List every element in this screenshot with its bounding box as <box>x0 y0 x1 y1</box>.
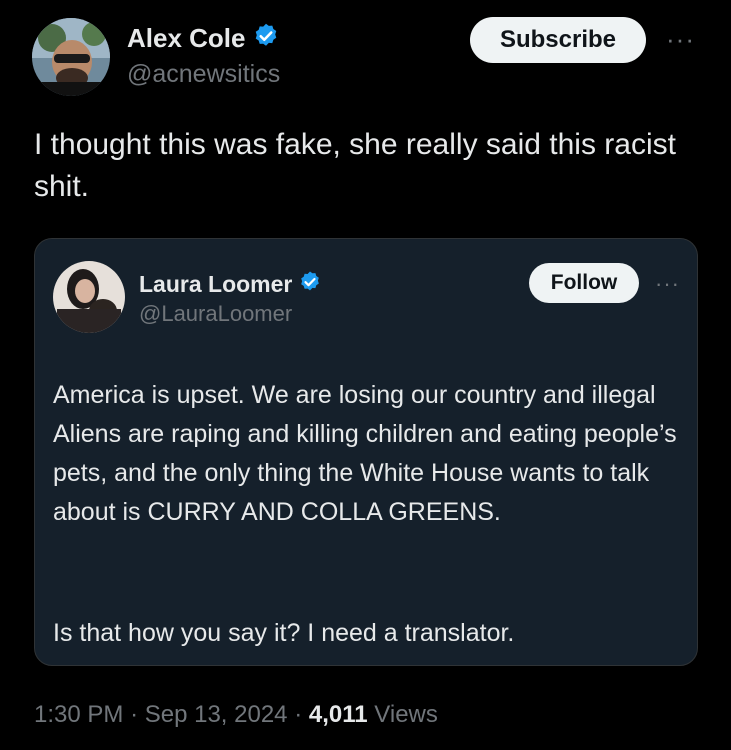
quoted-post-text: America is upset. We are losing our coun… <box>53 381 684 526</box>
post-text: I thought this was fake, she really said… <box>34 128 685 203</box>
author-handle[interactable]: @acnewsitics <box>127 60 280 89</box>
views-count[interactable]: 4,011 <box>309 701 368 728</box>
subscribe-button[interactable]: Subscribe <box>470 17 646 63</box>
meta-separator: · <box>294 701 303 728</box>
views-label: Views <box>374 701 438 728</box>
author-avatar[interactable] <box>32 18 110 96</box>
quoted-author-name-row: Laura Loomer <box>139 269 322 299</box>
post-date[interactable]: Sep 13, 2024 <box>145 701 288 728</box>
quoted-author-avatar[interactable] <box>53 261 125 333</box>
verified-badge-icon <box>298 270 322 299</box>
more-icon[interactable]: ··· <box>655 271 680 297</box>
author-name-row: Alex Cole <box>127 22 280 54</box>
author-name[interactable]: Alex Cole <box>127 23 246 54</box>
post-meta: 1:30 PM · Sep 13, 2024 · 4,011 Views <box>34 701 438 729</box>
more-icon[interactable]: ··· <box>666 24 695 55</box>
quoted-author-handle[interactable]: @LauraLoomer <box>139 301 292 327</box>
quoted-post-text-2: Is that how you say it? I need a transla… <box>53 619 515 647</box>
quoted-post-card[interactable]: Laura Loomer @LauraLoomer Follow ··· Ame… <box>34 238 698 666</box>
follow-button[interactable]: Follow <box>529 263 639 303</box>
meta-separator: · <box>130 701 139 728</box>
post-time[interactable]: 1:30 PM <box>34 701 123 728</box>
quoted-author-name[interactable]: Laura Loomer <box>139 271 292 298</box>
verified-badge-icon <box>252 22 280 55</box>
